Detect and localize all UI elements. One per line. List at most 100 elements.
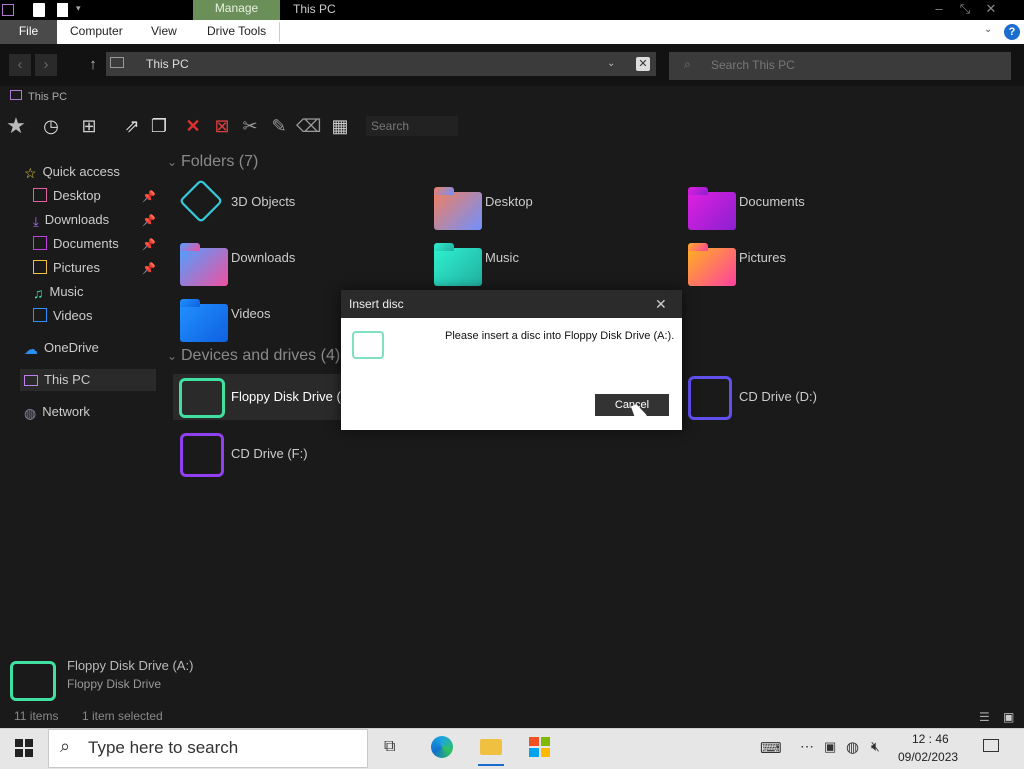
sidebar-item-onedrive[interactable]: ☁ OneDrive bbox=[24, 340, 99, 360]
tab-drive-tools[interactable]: Drive Tools bbox=[207, 20, 266, 44]
sidebar-item-label: Desktop bbox=[53, 188, 101, 203]
windows-icon[interactable]: ⊞ bbox=[77, 114, 101, 138]
delete-icon[interactable]: ✕ bbox=[181, 114, 205, 138]
tab-manage[interactable]: Manage bbox=[193, 0, 280, 20]
pin-icon[interactable]: 📌 bbox=[142, 190, 156, 203]
forward-button[interactable]: › bbox=[35, 54, 57, 76]
back-button[interactable]: ‹ bbox=[9, 54, 31, 76]
pictures-folder-icon bbox=[688, 243, 736, 286]
drive-floppy-a[interactable]: Floppy Disk Drive (A:) bbox=[231, 389, 341, 404]
music-folder-icon bbox=[434, 243, 482, 286]
sidebar-item-label: Documents bbox=[53, 236, 119, 251]
sidebar-item-pictures[interactable]: Pictures bbox=[33, 260, 100, 280]
cut-icon[interactable]: ✂ bbox=[238, 114, 262, 138]
folder-documents[interactable]: Documents bbox=[739, 194, 805, 209]
cloud-icon: ☁ bbox=[24, 341, 38, 357]
star-outline-icon: ☆ bbox=[24, 165, 37, 181]
sidebar-item-label: Quick access bbox=[42, 164, 120, 179]
folder-downloads[interactable]: Downloads bbox=[231, 250, 295, 265]
clock-date[interactable]: 09/02/2023 bbox=[898, 750, 958, 764]
floppy-drive-icon bbox=[10, 661, 56, 701]
notifications-icon[interactable] bbox=[983, 739, 999, 752]
details-name: Floppy Disk Drive (A:) bbox=[67, 658, 194, 673]
title-bar bbox=[0, 0, 1024, 20]
star-icon[interactable]: ★ bbox=[4, 114, 28, 138]
recent-icon[interactable]: ◷ bbox=[39, 114, 63, 138]
pin-icon[interactable]: 📌 bbox=[142, 262, 156, 275]
network-globe-icon[interactable]: ◍ bbox=[846, 738, 859, 756]
clock-time[interactable]: 12 : 46 bbox=[912, 732, 949, 746]
sidebar-item-this-pc[interactable]: This PC bbox=[24, 372, 90, 392]
status-item-count: 11 items bbox=[14, 709, 59, 723]
tab-view[interactable]: View bbox=[151, 20, 177, 44]
sidebar-item-label: Videos bbox=[53, 308, 93, 323]
tab-divider bbox=[279, 22, 280, 42]
music-icon: ♫ bbox=[33, 285, 44, 301]
search-icon: ⌕ bbox=[684, 57, 691, 71]
devices-group-title[interactable]: Devices and drives (4) bbox=[181, 347, 340, 365]
keyboard-icon[interactable]: ⌨ bbox=[760, 739, 782, 757]
pin-icon[interactable]: 📌 bbox=[142, 238, 156, 251]
large-icons-view-icon[interactable]: ▣ bbox=[1003, 710, 1014, 724]
show-hidden-icons-icon[interactable]: ⋯ bbox=[800, 738, 814, 755]
toolbar-search-placeholder[interactable]: Search bbox=[371, 119, 409, 133]
picture-icon bbox=[33, 260, 47, 274]
file-explorer-icon[interactable] bbox=[480, 739, 502, 755]
delete-permanently-icon[interactable]: ⊠ bbox=[210, 114, 234, 138]
close-button[interactable]: ✕ bbox=[976, 0, 1006, 20]
address-path[interactable]: This PC bbox=[146, 57, 189, 71]
sidebar-item-downloads[interactable]: ⤓ Downloads bbox=[33, 212, 109, 232]
sidebar-item-quick-access[interactable]: ☆ Quick access bbox=[24, 164, 120, 184]
tab-file[interactable]: File bbox=[0, 20, 57, 44]
task-view-icon[interactable]: ⧉ bbox=[384, 738, 395, 756]
taskbar-search-placeholder[interactable]: Type here to search bbox=[88, 738, 238, 758]
drive-cd-f[interactable]: CD Drive (F:) bbox=[231, 446, 308, 461]
folder-desktop[interactable]: Desktop bbox=[485, 194, 533, 209]
collapse-chevron-icon[interactable]: ⌄ bbox=[167, 349, 177, 363]
folder-pictures[interactable]: Pictures bbox=[739, 250, 786, 265]
windows-start-icon[interactable] bbox=[15, 739, 33, 757]
sidebar-item-label: This PC bbox=[44, 372, 91, 387]
sidebar-item-label: Music bbox=[49, 284, 84, 299]
customize-quick-access-icon[interactable]: ▾ bbox=[76, 3, 81, 14]
details-view-icon[interactable]: ☰ bbox=[979, 710, 990, 724]
sidebar-item-network[interactable]: ◍ Network bbox=[24, 404, 90, 424]
folders-group-title[interactable]: Folders (7) bbox=[181, 153, 258, 171]
sidebar-item-documents[interactable]: Documents bbox=[33, 236, 119, 256]
tab-computer[interactable]: Computer bbox=[70, 20, 123, 44]
properties-icon[interactable] bbox=[33, 3, 45, 17]
sidebar-item-videos[interactable]: Videos bbox=[33, 308, 93, 328]
sidebar-item-label: Downloads bbox=[44, 212, 110, 227]
edge-icon[interactable] bbox=[431, 736, 453, 758]
drive-cd-d[interactable]: CD Drive (D:) bbox=[739, 389, 817, 404]
move-icon[interactable]: ⇗ bbox=[120, 114, 144, 138]
clear-address-icon[interactable]: ✕ bbox=[636, 57, 650, 71]
up-button[interactable]: ↑ bbox=[82, 54, 104, 76]
sidebar-item-desktop[interactable]: Desktop bbox=[33, 188, 101, 208]
folder-music[interactable]: Music bbox=[485, 250, 519, 265]
sidebar-item-music[interactable]: ♫ Music bbox=[33, 284, 83, 304]
camera-icon[interactable]: ▣ bbox=[824, 739, 836, 755]
view-options-icon[interactable]: ▦ bbox=[328, 114, 352, 138]
3d-objects-icon bbox=[178, 178, 224, 224]
copy-icon[interactable]: ❐ bbox=[147, 114, 171, 138]
search-placeholder[interactable]: Search This PC bbox=[711, 58, 795, 72]
dialog-title: Insert disc bbox=[349, 297, 404, 311]
pin-icon[interactable]: 📌 bbox=[142, 214, 156, 227]
desktop-folder-icon bbox=[434, 187, 482, 230]
computer-icon bbox=[110, 57, 124, 68]
sidebar-item-label: Pictures bbox=[53, 260, 100, 275]
clear-icon[interactable]: ⌫ bbox=[296, 114, 321, 138]
address-history-icon[interactable]: ⌄ bbox=[607, 58, 615, 69]
folder-videos[interactable]: Videos bbox=[231, 306, 271, 321]
rename-icon[interactable]: ✎ bbox=[267, 114, 291, 138]
expand-ribbon-icon[interactable]: ⌄ bbox=[984, 24, 992, 35]
new-folder-icon[interactable] bbox=[57, 3, 68, 17]
dialog-close-button[interactable]: ✕ bbox=[655, 296, 667, 313]
tab-this-pc[interactable]: This PC bbox=[28, 91, 67, 103]
collapse-chevron-icon[interactable]: ⌄ bbox=[167, 155, 177, 169]
help-icon[interactable]: ? bbox=[1004, 24, 1020, 40]
folder-3d-objects[interactable]: 3D Objects bbox=[231, 194, 295, 209]
volume-muted-icon[interactable]: 🔇︎ bbox=[871, 738, 880, 755]
store-icon[interactable] bbox=[529, 737, 550, 757]
